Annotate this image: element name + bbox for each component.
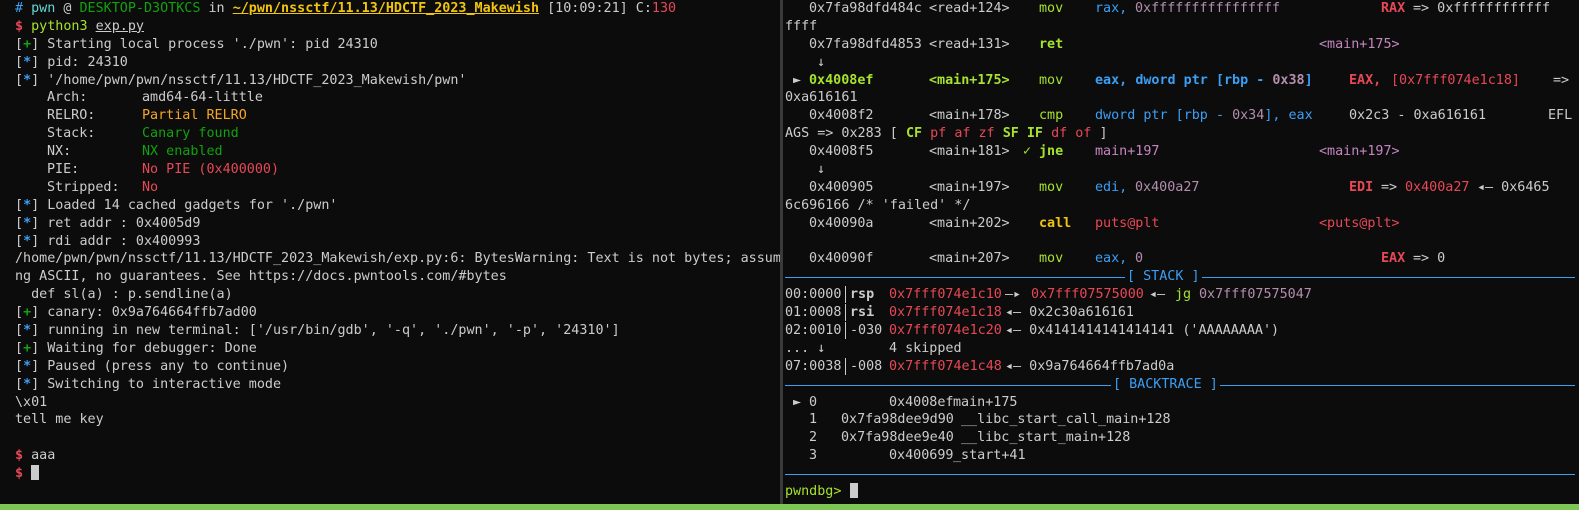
log-line: [+] Starting local process './pwn': pid …: [15, 36, 378, 52]
disasm-current-line: ► 0x4008ef <main+175> mov eax, dword ptr [rb…: [793, 72, 1570, 88]
command-arg: exp.py: [95, 18, 144, 34]
disasm-wrap: 6c696166 /* 'failed' */: [785, 197, 971, 213]
log-line: [+] Waiting for debugger: Done: [15, 340, 257, 356]
flow-arrow: ↓: [817, 162, 826, 178]
warning-line: ng ASCII, no guarantees. See https://doc…: [15, 269, 507, 285]
warning-line: /home/pwn/pwn/nssctf/11.13/HDCTF_2023_Ma…: [15, 251, 780, 267]
input-text: aaa: [31, 448, 56, 464]
log-line: [+] canary: 0x9a764664ffb7ad00: [15, 305, 257, 321]
stack-row: 02:0010 -030 0x7fff074e1c20 ◂— 0x4141414141…: [785, 322, 1280, 340]
checksec-row: Stack: Canary found: [47, 126, 239, 142]
prompt-time: [10:09:21]: [547, 1, 628, 16]
pwndbg-input-line[interactable]: pwndbg>: [783, 483, 1579, 501]
log-line: [*] Paused (press any to continue): [15, 358, 290, 374]
program-output: \x01: [15, 394, 48, 410]
prompt-exit-code: 130: [651, 1, 677, 16]
pwndbg-prompt: pwndbg>: [785, 484, 842, 500]
eflags-line: AGS => 0x283 [ CF pf af zf SF IF df of ]: [785, 126, 1108, 142]
backtrace-footer-rule: [783, 465, 1579, 483]
disasm-line: 0x40090f <main+207> mov eax, 0 EAX => 0: [809, 251, 1446, 267]
shell-prompt-line: # pwn @ DESKTOP-D3OTKCS in ~/pwn/nssctf/…: [15, 1, 677, 16]
stack-row: 00:0000 rsp 0x7fff074e1c10 —▸ 0x7fff07575000…: [785, 286, 1312, 304]
backtrace-row: 1 0x7fa98dee9d90 __libc_start_call_main+12…: [809, 412, 1171, 428]
flow-arrow: ↓: [817, 54, 826, 70]
log-line: [*] Switching to interactive mode: [15, 376, 282, 392]
checksec-row: NX: NX enabled: [47, 144, 223, 160]
disasm-line: 0x4008f5 <main+181> ✓ jne main+197 <main+197>: [809, 144, 1400, 160]
stack-section-header: [ STACK ]: [783, 268, 1579, 287]
log-line: [*] rdi addr : 0x400993: [15, 233, 201, 249]
stack-row: 07:0038 -008 0x7fff074e1c48 ◂— 0x9a764664ff…: [785, 357, 1175, 375]
text-cursor[interactable]: [31, 465, 40, 481]
disasm-line: 0x7fa98dfd484c <read+124> mov rax, 0xfffffff…: [809, 1, 1551, 16]
log-line: [*] running in new terminal: ['/usr/bin/…: [15, 323, 620, 339]
backtrace-row: 2 0x7fa98dee9e40 __libc_start_main+128: [809, 430, 1131, 446]
disasm-line: 0x4008f2 <main+178> cmp dword ptr [rbp - 0x…: [809, 108, 1573, 124]
disasm-wrap: ffff: [785, 18, 818, 34]
log-line: [*] ret addr : 0x4005d9: [15, 215, 201, 231]
active-input-line[interactable]: $: [0, 465, 780, 483]
backtrace-section-header: [ BACKTRACE ]: [783, 375, 1579, 394]
prompt-path: ~/pwn/nssctf/11.13/HDCTF_2023_Makewish: [232, 1, 540, 16]
log-line: [*] Loaded 14 cached gadgets for './pwn': [15, 197, 338, 213]
checksec-row: Stripped: No: [47, 179, 159, 195]
disasm-line: 0x7fa98dfd4853 <read+131> ret <main+175>: [809, 36, 1400, 52]
left-terminal-pane[interactable]: # pwn @ DESKTOP-D3OTKCS in ~/pwn/nssctf/…: [0, 0, 780, 504]
right-pwndbg-pane[interactable]: 0x7fa98dfd484c <read+124> mov rax, 0xfffffff…: [783, 0, 1579, 504]
text-cursor[interactable]: [849, 483, 858, 499]
disasm-line: 0x400905 <main+197> mov edi, 0x400a27 EDI => 0x…: [809, 179, 1550, 195]
checksec-row: RELRO: Partial RELRO: [47, 108, 247, 124]
prompt-host: DESKTOP-D3OTKCS: [79, 1, 201, 16]
stack-row: ... ↓ 4 skipped: [785, 340, 962, 356]
backtrace-row: 3 0x400699 _start+41: [809, 448, 1026, 464]
log-line: [*] '/home/pwn/pwn/nssctf/11.13/HDCTF_20…: [15, 72, 467, 88]
checksec-row: Arch: amd64-64-little: [47, 90, 263, 106]
command-line: $ python3 exp.py: [15, 18, 144, 34]
backtrace-row: ► 0 0x4008ef main+175: [793, 394, 1018, 410]
prompt-user: pwn: [31, 1, 56, 16]
disasm-line: 0x40090a <main+202> call puts@plt <puts@plt>: [809, 215, 1400, 231]
command-program: python3: [31, 18, 88, 34]
input-line: $ aaa: [15, 448, 56, 464]
stack-row: 01:0008 rsi 0x7fff074e1c18 ◂— 0x2c30a616161: [785, 304, 1134, 322]
warning-line: def sl(a) : p.sendline(a): [15, 287, 233, 303]
branch-taken-check-icon: ✓: [1023, 144, 1032, 160]
program-output: tell me key: [15, 412, 104, 428]
disasm-wrap: 0xa616161: [785, 90, 858, 106]
status-bar: [0, 504, 1579, 510]
checksec-row: PIE: No PIE (0x400000): [47, 162, 280, 178]
log-line: [*] pid: 24310: [15, 54, 128, 70]
